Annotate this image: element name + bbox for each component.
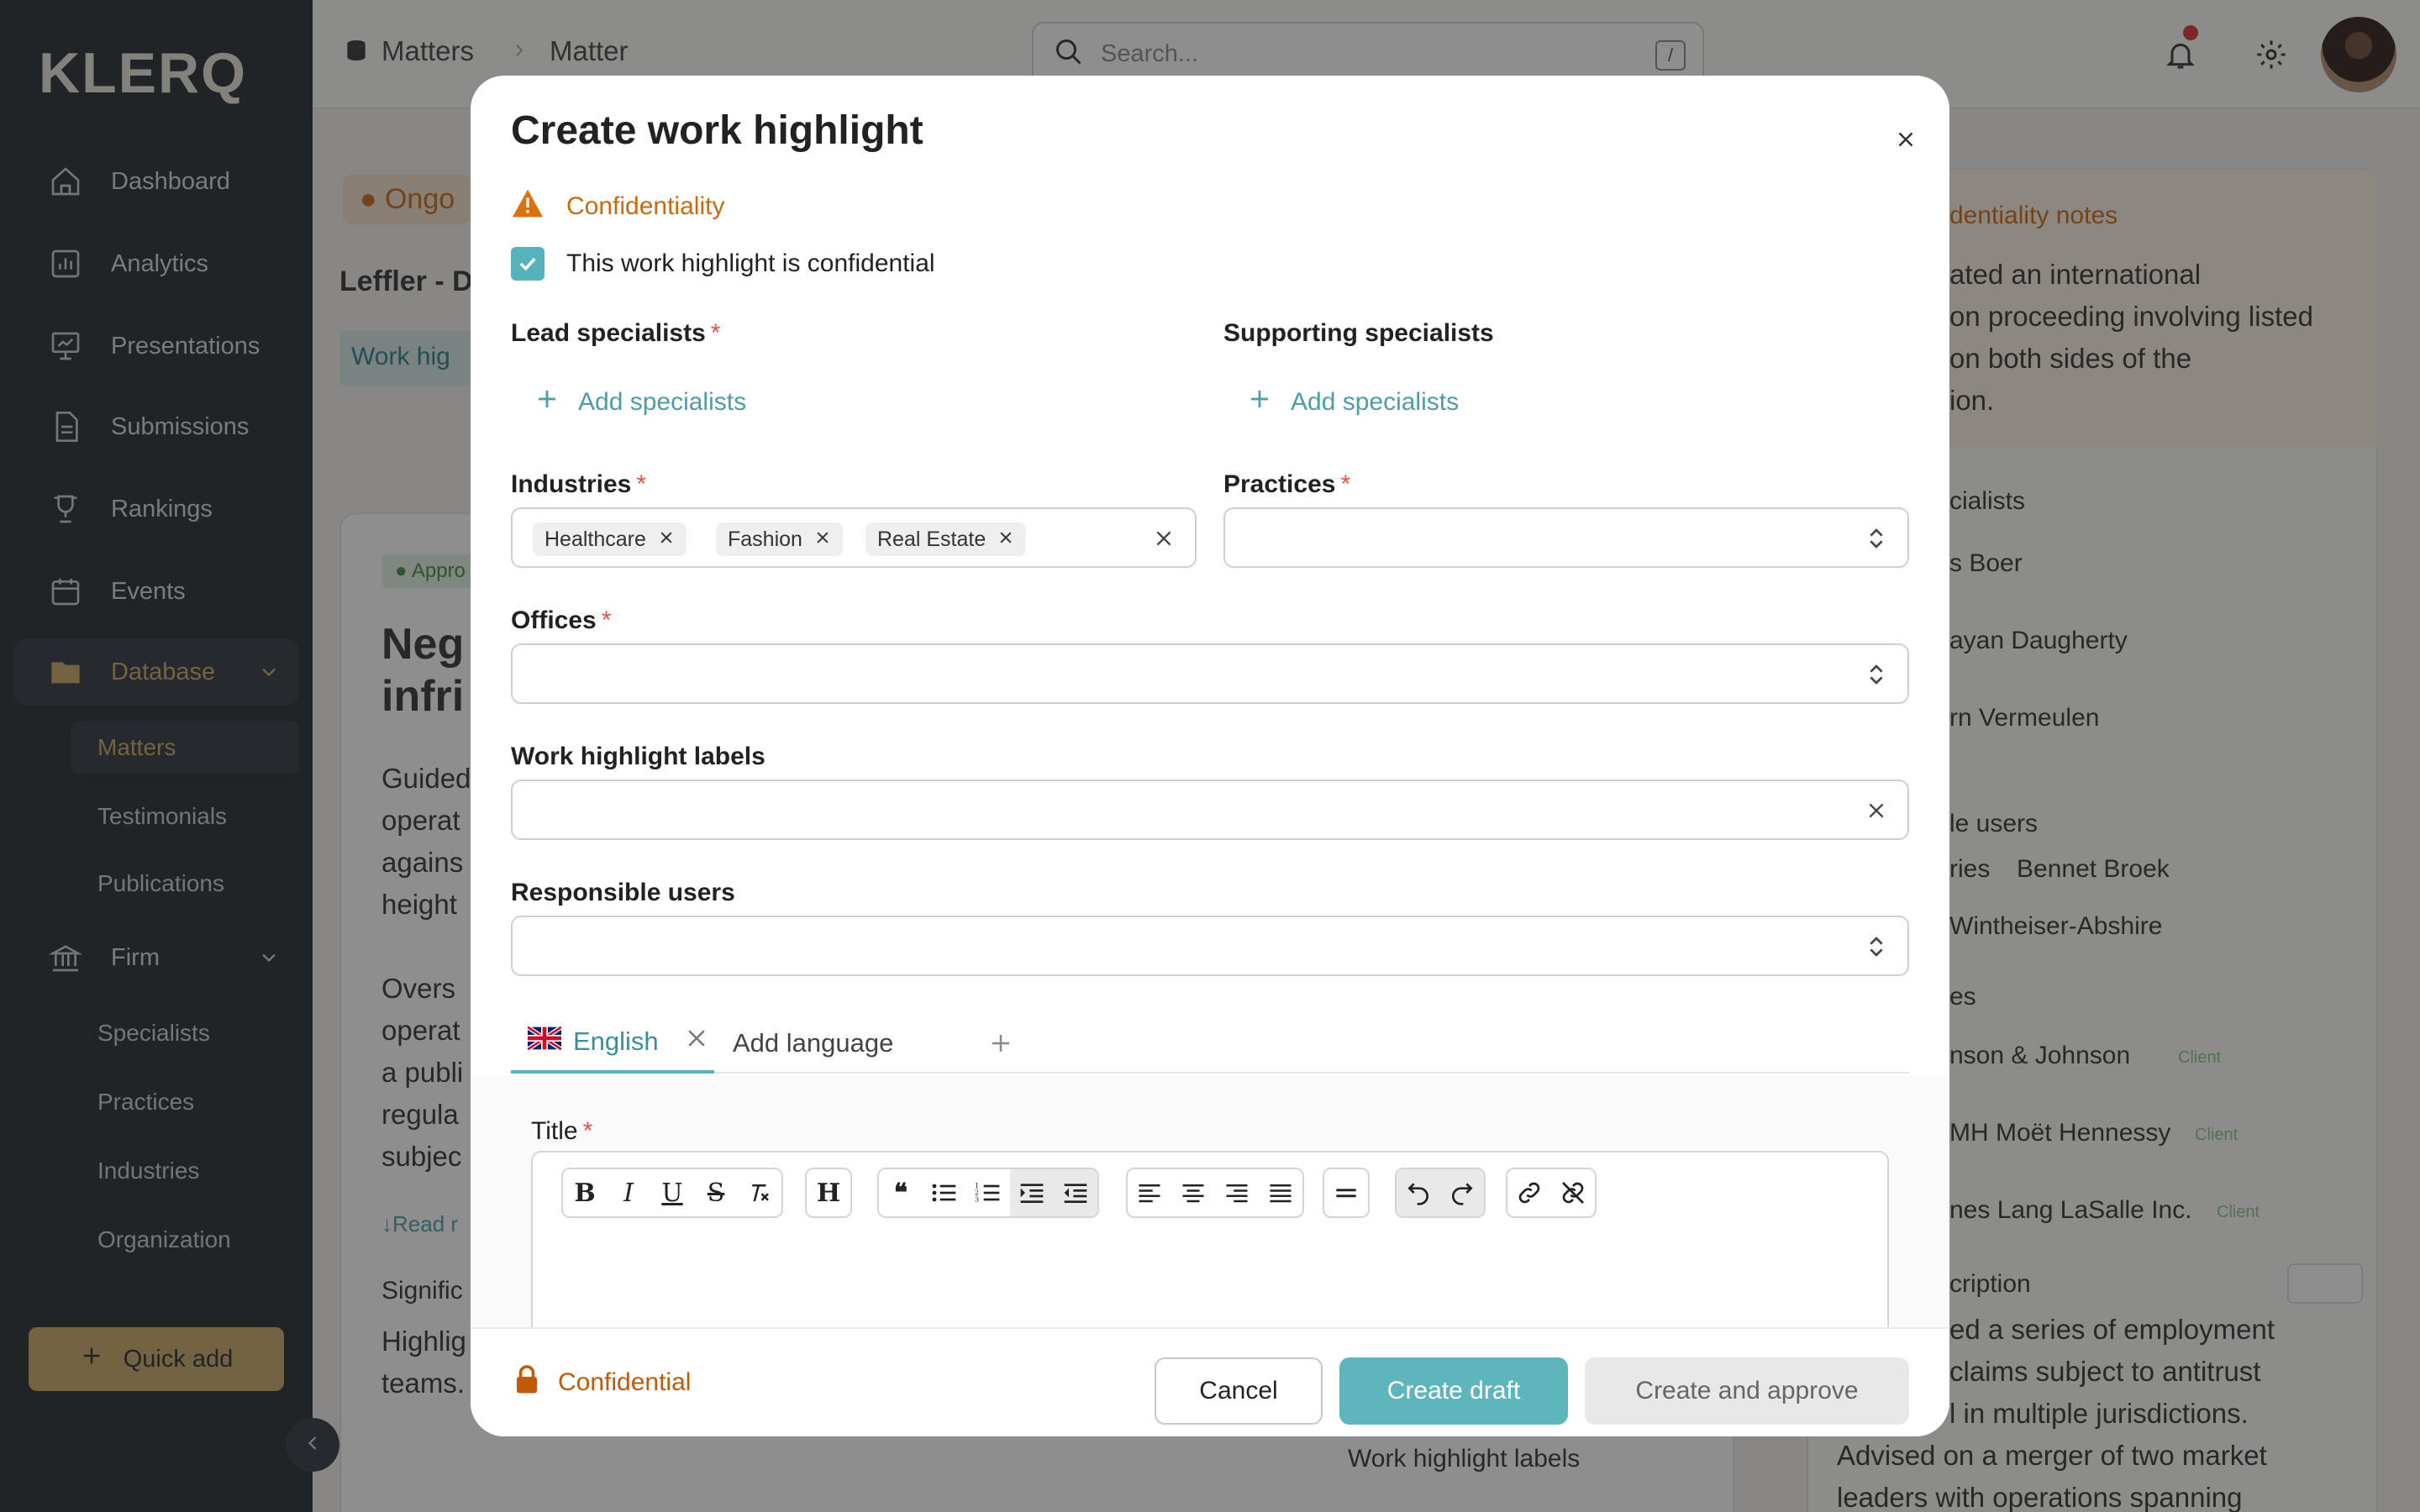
blockquote-icon[interactable]: ❝ <box>879 1169 923 1216</box>
label-text: Offices <box>511 606 597 634</box>
industries-label: Industries * <box>511 470 646 499</box>
add-language-plus-icon[interactable] <box>988 1013 1013 1074</box>
offices-label: Offices * <box>511 606 611 635</box>
responsible-users-select[interactable] <box>511 916 1909 976</box>
horizontal-rule-icon[interactable] <box>1324 1169 1368 1216</box>
heading-group: H <box>805 1168 852 1218</box>
plus-icon <box>534 386 560 418</box>
underline-icon[interactable]: U <box>650 1169 694 1216</box>
format-group: B I U S <box>561 1168 783 1218</box>
required-mark: * <box>1340 470 1351 498</box>
required-mark: * <box>710 319 721 347</box>
footer-confidential: Confidential <box>514 1364 691 1401</box>
bullet-list-icon[interactable] <box>923 1169 966 1216</box>
language-tabs: English Add language <box>511 1013 1909 1074</box>
redo-icon[interactable] <box>1440 1169 1484 1216</box>
select-arrows-icon <box>1867 526 1886 555</box>
indent-icon[interactable] <box>1010 1169 1054 1216</box>
tab-label: English <box>573 1026 659 1056</box>
lead-specialists-label: Lead specialists * <box>511 319 720 348</box>
italic-icon[interactable]: I <box>607 1169 650 1216</box>
clear-format-icon[interactable] <box>738 1169 781 1216</box>
align-justify-icon[interactable] <box>1259 1169 1302 1216</box>
clear-icon[interactable] <box>1865 800 1887 826</box>
chip-label: Healthcare <box>544 527 646 551</box>
cancel-button[interactable]: Cancel <box>1155 1357 1323 1425</box>
confidentiality-label: Confidentiality <box>566 192 725 220</box>
practices-label: Practices * <box>1223 470 1350 499</box>
label-text: Lead specialists <box>511 319 706 347</box>
link-group <box>1506 1168 1597 1218</box>
industries-multiselect[interactable]: Healthcare Fashion Real Estate <box>511 507 1197 568</box>
numbered-list-icon[interactable]: 123 <box>966 1169 1010 1216</box>
add-specialists-label: Add specialists <box>578 388 747 416</box>
label-text: Industries <box>511 470 632 498</box>
clear-icon[interactable] <box>1153 528 1175 554</box>
select-arrows-icon <box>1867 662 1886 691</box>
create-and-approve-button[interactable]: Create and approve <box>1585 1357 1909 1425</box>
work-highlight-labels-input[interactable] <box>511 780 1909 840</box>
link-icon[interactable] <box>1507 1169 1551 1216</box>
unlink-icon[interactable] <box>1551 1169 1595 1216</box>
close-icon[interactable] <box>1886 119 1926 160</box>
industry-chip: Healthcare <box>533 522 687 556</box>
remove-chip-icon[interactable] <box>658 528 675 552</box>
industry-chip: Fashion <box>716 522 843 556</box>
responsible-users-label: Responsible users <box>511 879 735 906</box>
uk-flag-icon <box>526 1025 563 1057</box>
close-icon[interactable] <box>684 1026 709 1058</box>
align-center-icon[interactable] <box>1171 1169 1215 1216</box>
chip-label: Real Estate <box>877 527 986 551</box>
add-lead-specialists-button[interactable]: Add specialists <box>534 386 746 418</box>
divider-group <box>1323 1168 1370 1218</box>
practices-select[interactable] <box>1223 507 1909 568</box>
add-supporting-specialists-button[interactable]: Add specialists <box>1247 386 1459 418</box>
create-draft-button[interactable]: Create draft <box>1339 1357 1568 1425</box>
block-group: ❝ 123 <box>877 1168 1099 1218</box>
chip-label: Fashion <box>728 527 802 551</box>
undo-icon[interactable] <box>1397 1169 1440 1216</box>
confidential-checkbox-row[interactable]: This work highlight is confidential <box>511 247 935 281</box>
required-mark: * <box>636 470 647 498</box>
label-text: Practices <box>1223 470 1336 498</box>
lock-icon <box>514 1364 539 1401</box>
work-highlight-labels-label: Work highlight labels <box>511 743 765 770</box>
create-work-highlight-modal: Create work highlight Confidentiality Th… <box>471 76 1949 1436</box>
required-mark: * <box>601 606 612 634</box>
tab-english[interactable]: English <box>511 1013 714 1074</box>
confidential-checkbox-label: This work highlight is confidential <box>566 249 935 277</box>
svg-text:3: 3 <box>975 1196 979 1204</box>
offices-select[interactable] <box>511 643 1909 704</box>
footer-confidential-label: Confidential <box>558 1368 692 1396</box>
confidentiality-row: Confidentiality <box>511 188 724 225</box>
industry-chip: Real Estate <box>865 522 1027 556</box>
bold-icon[interactable]: B <box>563 1169 607 1216</box>
align-group <box>1126 1168 1304 1218</box>
supporting-specialists-label: Supporting specialists <box>1223 319 1494 347</box>
confidential-checkbox[interactable] <box>511 247 544 281</box>
strikethrough-icon[interactable]: S <box>694 1169 738 1216</box>
label-text: Title <box>531 1117 578 1145</box>
remove-chip-icon[interactable] <box>997 528 1014 552</box>
align-right-icon[interactable] <box>1215 1169 1259 1216</box>
select-arrows-icon <box>1867 934 1886 963</box>
heading-icon[interactable]: H <box>807 1169 850 1216</box>
tab-add-language[interactable]: Add language <box>733 1013 893 1074</box>
align-left-icon[interactable] <box>1128 1169 1171 1216</box>
outdent-icon[interactable] <box>1054 1169 1097 1216</box>
plus-icon <box>1247 386 1272 418</box>
modal-footer: Confidential Cancel Create draft Create … <box>471 1327 1949 1436</box>
rich-text-toolbar: B I U S H ❝ 123 <box>531 1151 1889 1233</box>
required-mark: * <box>582 1117 593 1145</box>
title-field-label: Title * <box>531 1117 592 1146</box>
add-specialists-label: Add specialists <box>1291 388 1460 416</box>
history-group <box>1395 1168 1486 1218</box>
warning-icon <box>511 188 544 225</box>
remove-chip-icon[interactable] <box>814 528 831 552</box>
modal-title: Create work highlight <box>511 108 923 153</box>
